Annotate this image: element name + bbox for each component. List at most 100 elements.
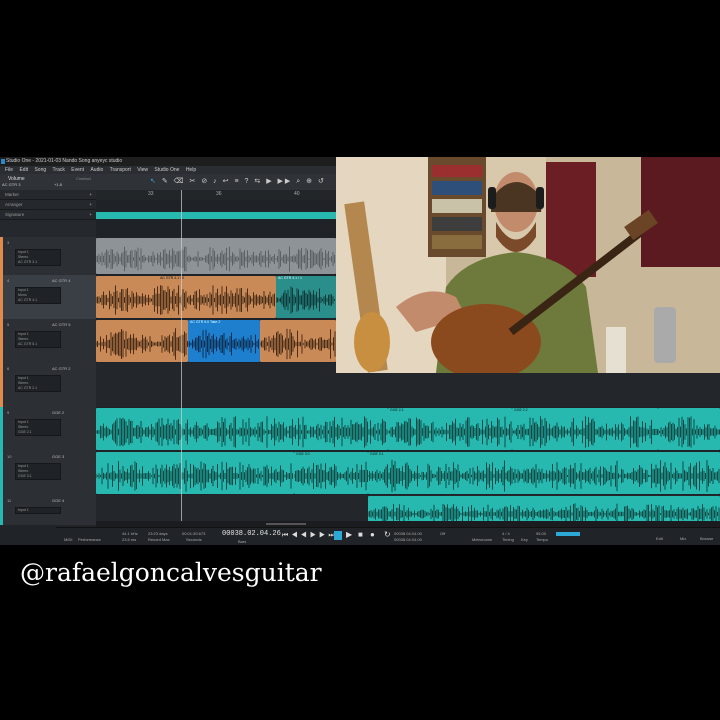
track-output[interactable]: AC GTR 5.1 (16, 342, 60, 347)
menu-audio[interactable]: Audio (90, 166, 103, 174)
waveform-path (96, 328, 188, 360)
rewind-icon[interactable]: ⏮ (282, 532, 291, 539)
signature-lane[interactable] (96, 220, 336, 237)
track-name[interactable]: GGE 4 (52, 498, 64, 503)
stop-button[interactable]: ■ (358, 530, 363, 539)
bars-time[interactable]: 00038.02.04.26 (222, 530, 281, 538)
track-lane[interactable]: GGE 3.0 GGE 3.1 (96, 451, 720, 496)
waveform (96, 285, 275, 315)
time-signature[interactable]: 4 / 4 (502, 531, 510, 536)
loop-right[interactable]: 00038.04.04.00 (394, 537, 422, 542)
eraser-tool-icon[interactable]: ⌫ (174, 178, 186, 185)
pencil-tool-icon[interactable]: ✎ (162, 178, 170, 185)
global-track-signature[interactable]: Signature + (0, 210, 96, 220)
menu-edit[interactable]: Edit (19, 166, 28, 174)
audio-clip[interactable] (658, 408, 720, 450)
marker-lane[interactable] (96, 200, 336, 210)
volume-value[interactable]: +1.8 (54, 182, 62, 187)
arrow-tool-icon[interactable]: ↖ (150, 178, 158, 185)
menu-help[interactable]: Help (186, 166, 196, 174)
audio-clip[interactable]: AC GTR 4.1 / 1 (276, 276, 336, 318)
metronome-label[interactable]: Metronome (472, 537, 492, 542)
global-track-label: Marker (5, 192, 20, 197)
menu-studio-one[interactable]: Studio One (154, 166, 179, 174)
add-arranger-icon[interactable]: + (89, 200, 92, 210)
ruler-mark: 33 (148, 191, 154, 197)
arranger-lane[interactable] (96, 210, 336, 220)
track-output[interactable]: AC GTR 2.1 (16, 386, 60, 391)
loop-icon[interactable]: ↻ (384, 530, 391, 539)
sync-value[interactable]: Off (440, 531, 445, 536)
track-lane[interactable]: GGE 2.1 GGE 2.2 (96, 407, 720, 452)
track-header[interactable]: 4 MS●◉ AC GTR 4 Input 1 Mono AC GTR 4.1 (0, 275, 96, 320)
global-track-marker[interactable]: Marker + (0, 190, 96, 200)
scrollbar-thumb[interactable] (266, 523, 306, 525)
track-output[interactable]: AC GTR 3.1 (16, 260, 60, 265)
track-header[interactable]: 5 MS●◉ AC GTR 5 Input 1 Stereo AC GTR 5.… (0, 319, 96, 364)
add-marker-icon[interactable]: + (89, 190, 92, 200)
record-button[interactable]: ● (370, 530, 375, 539)
track-output[interactable]: AC GTR 4.1 (16, 298, 60, 303)
back-icon[interactable]: ◀◀ (291, 532, 310, 539)
track-number: 6 (7, 366, 10, 371)
track-name[interactable]: GGE 2 (52, 410, 64, 415)
play-icon[interactable]: ▶ (266, 178, 273, 185)
track-output[interactable]: GGE 3.1 (16, 474, 60, 479)
track-name[interactable]: AC GTR 2 (52, 366, 70, 371)
arranger-section[interactable] (96, 212, 336, 219)
track-input[interactable]: Input 1 (16, 508, 60, 513)
audio-clip-selected[interactable]: AC GTR 5.0 Take 2 (188, 320, 260, 362)
add-icon[interactable]: ⊕ (306, 178, 314, 185)
edit-view-button[interactable]: Edit (656, 536, 663, 541)
audio-clip[interactable] (96, 408, 388, 450)
forward-icon[interactable]: ▶▶ (310, 532, 329, 539)
loop-left[interactable]: 00038.04.04.00 (394, 531, 422, 536)
menu-track[interactable]: Track (53, 166, 65, 174)
ruler-mark: 40 (294, 191, 300, 197)
audio-clip[interactable]: GGE 2.2 (512, 408, 658, 450)
track-header[interactable]: 9 MS●◉ GGE 2 Input 1 Stereo GGE 2.1 (0, 407, 96, 452)
track-header[interactable]: 11 MS●◉ GGE 4 Input 1 (0, 495, 96, 526)
performance-label[interactable]: Performance (78, 537, 101, 542)
track-name[interactable]: AC GTR 4 (52, 278, 70, 283)
menu-view[interactable]: View (137, 166, 148, 174)
zoom-icon[interactable]: ⌕ (296, 178, 302, 185)
audio-clip[interactable]: AC GTR 4.1 / 0 (96, 276, 276, 318)
track-output[interactable]: GGE 2.1 (16, 430, 60, 435)
swap-icon[interactable]: ⇆ (254, 178, 262, 185)
split-tool-icon[interactable]: ✂ (190, 178, 198, 185)
play-button[interactable]: ▶ (346, 530, 352, 539)
record-max-label: Record Max (148, 537, 170, 542)
audio-clip[interactable] (260, 320, 336, 362)
audio-clip[interactable]: GGE 3.1 (368, 452, 720, 494)
loop-icon[interactable]: ↺ (318, 178, 326, 185)
track-name[interactable]: AC GTR 5 (52, 322, 70, 327)
browse-view-button[interactable]: Browse (700, 536, 713, 541)
help-icon[interactable]: ? (245, 178, 251, 185)
audio-clip[interactable] (96, 320, 188, 362)
tempo-value[interactable]: 95.00 (536, 531, 546, 536)
audio-clip[interactable] (96, 452, 294, 494)
add-signature-icon[interactable]: + (89, 210, 92, 220)
menu-song[interactable]: Song (34, 166, 46, 174)
audio-clip[interactable]: GGE 3.0 (294, 452, 368, 494)
clip-name: AC GTR 5.0 Take 2 (190, 320, 221, 324)
audio-clip[interactable] (96, 238, 336, 274)
track-header[interactable]: 3 Input 1 Stereo AC GTR 3.1 (0, 237, 96, 276)
playhead-cursor[interactable] (181, 190, 182, 530)
menu-file[interactable]: File (5, 166, 13, 174)
loop-button[interactable] (334, 531, 342, 540)
audio-clip[interactable]: GGE 2.1 (388, 408, 512, 450)
track-name[interactable]: GGE 3 (52, 454, 64, 459)
menu-event[interactable]: Event (71, 166, 84, 174)
forward-icon[interactable]: ▶▶ (278, 178, 293, 185)
list-icon[interactable]: ≡ (234, 178, 240, 185)
track-header[interactable]: 10 MS●◉ GGE 3 Input 1 Stereo GGE 3.1 (0, 451, 96, 496)
bend-tool-icon[interactable]: ♪ (213, 178, 219, 185)
track-header[interactable]: 6 MS●◉ AC GTR 2 Input 1 Stereo AC GTR 2.… (0, 363, 96, 408)
global-track-arranger[interactable]: Arranger + (0, 200, 96, 210)
mute-tool-icon[interactable]: ⊘ (201, 178, 209, 185)
menu-transport[interactable]: Transport (110, 166, 131, 174)
mix-view-button[interactable]: Mix (680, 536, 686, 541)
undo-icon[interactable]: ↩ (223, 178, 231, 185)
